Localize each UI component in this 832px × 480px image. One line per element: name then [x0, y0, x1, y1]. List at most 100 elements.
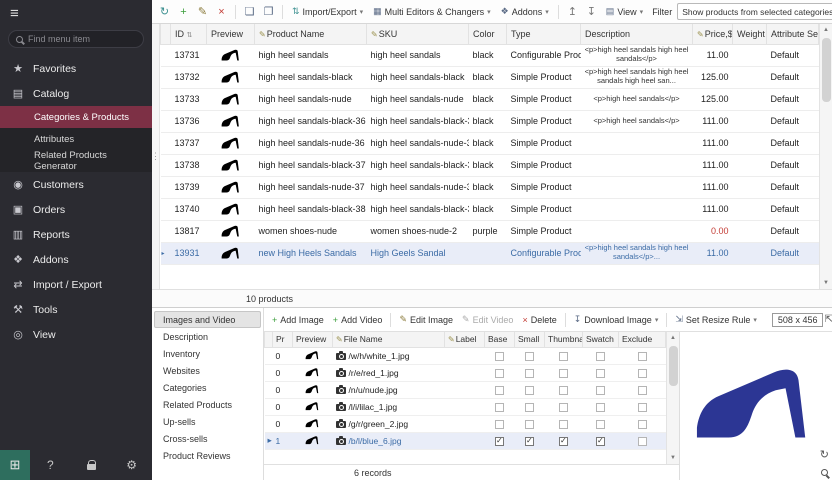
- base-checkbox[interactable]: [495, 369, 504, 378]
- base-checkbox[interactable]: [495, 352, 504, 361]
- cell-label[interactable]: [445, 398, 485, 415]
- cell-base[interactable]: [485, 415, 515, 432]
- cell-sku[interactable]: high heel sandals-black-38: [367, 198, 469, 220]
- cell-base[interactable]: [485, 347, 515, 364]
- col-thumbnail[interactable]: Thumbna: [545, 332, 583, 347]
- cell-product-name[interactable]: high heel sandals-nude-36: [255, 132, 367, 154]
- add-product-button[interactable]: +: [175, 3, 192, 21]
- cell-base[interactable]: [485, 381, 515, 398]
- edit-image-button[interactable]: ✎Edit Image: [395, 311, 457, 329]
- col-color[interactable]: Color: [469, 24, 507, 44]
- settings-button[interactable]: ⚙: [111, 450, 152, 480]
- exclude-checkbox[interactable]: [638, 369, 647, 378]
- exclude-checkbox[interactable]: [638, 352, 647, 361]
- sidebar-item-view[interactable]: ◎ View: [0, 322, 152, 347]
- cell-thumbnail[interactable]: [545, 381, 583, 398]
- cell-label[interactable]: [445, 364, 485, 381]
- row-expander[interactable]: [161, 154, 171, 176]
- detail-tab[interactable]: Related Products: [154, 396, 261, 413]
- table-row[interactable]: 13738 high heel sandals-black-37 high he…: [161, 154, 819, 176]
- cell-price[interactable]: 111.00: [693, 132, 733, 154]
- detail-tab[interactable]: Description: [154, 328, 261, 345]
- col-preview[interactable]: Preview: [207, 24, 255, 44]
- scroll-up-icon[interactable]: ▲: [820, 24, 832, 36]
- col-swatch[interactable]: Swatch: [583, 332, 619, 347]
- scroll-down-icon[interactable]: ▼: [820, 277, 832, 289]
- panel-splitter[interactable]: ⋮: [152, 24, 160, 289]
- detail-tab[interactable]: Images and Video: [154, 311, 261, 328]
- cell-product-name[interactable]: high heel sandals-nude-37: [255, 176, 367, 198]
- cell-file-name[interactable]: /w/h/white_1.jpg: [333, 347, 445, 364]
- table-row[interactable]: 13817 women shoes-nude women shoes-nude-…: [161, 220, 819, 242]
- cell-product-name[interactable]: high heel sandals-black-38: [255, 198, 367, 220]
- cell-label[interactable]: [445, 347, 485, 364]
- scroll-down-icon[interactable]: ▼: [667, 452, 679, 464]
- exclude-checkbox[interactable]: [638, 403, 647, 412]
- cell-small[interactable]: [515, 347, 545, 364]
- cell-small[interactable]: [515, 364, 545, 381]
- base-checkbox[interactable]: [495, 386, 504, 395]
- sidebar-item-import-export[interactable]: ⇄ Import / Export: [0, 272, 152, 297]
- detail-tab[interactable]: Inventory: [154, 345, 261, 362]
- sidebar-item-addons[interactable]: ❖ Addons: [0, 247, 152, 272]
- image-row[interactable]: 0 /n/u/nude.jpg: [265, 381, 666, 398]
- filter-select[interactable]: Show products from selected categories: [677, 3, 832, 20]
- col-type[interactable]: Type: [507, 24, 581, 44]
- col-file-name[interactable]: ✎File Name: [333, 332, 445, 347]
- lock-button[interactable]: [71, 450, 112, 480]
- scrollbar-thumb[interactable]: [822, 38, 831, 102]
- cell-sku[interactable]: high heel sandals: [367, 44, 469, 66]
- cell-base[interactable]: [485, 398, 515, 415]
- swatch-checkbox[interactable]: [596, 369, 605, 378]
- cell-price[interactable]: 111.00: [693, 198, 733, 220]
- cell-file-name[interactable]: /n/u/nude.jpg: [333, 381, 445, 398]
- cell-product-name[interactable]: high heel sandals-black-37: [255, 154, 367, 176]
- view-dropdown[interactable]: ▤ View ▾: [602, 3, 647, 21]
- row-expander[interactable]: [161, 66, 171, 88]
- cell-thumbnail[interactable]: [545, 432, 583, 449]
- add-video-button[interactable]: +Add Video: [329, 311, 387, 329]
- cell-exclude[interactable]: [619, 432, 666, 449]
- thumbnail-checkbox[interactable]: [559, 369, 568, 378]
- sidebar-item-related-products-generator[interactable]: Related Products Generator: [0, 150, 152, 172]
- collapse-all-button[interactable]: ↧: [583, 3, 600, 21]
- col-small[interactable]: Small: [515, 332, 545, 347]
- expand-all-button[interactable]: ↥: [564, 3, 581, 21]
- detail-tab[interactable]: Websites: [154, 362, 261, 379]
- detail-tab[interactable]: Categories: [154, 379, 261, 396]
- row-expander[interactable]: [161, 110, 171, 132]
- row-expander[interactable]: [161, 176, 171, 198]
- paste-button[interactable]: ❐: [260, 3, 277, 21]
- sidebar-item-reports[interactable]: ▥ Reports: [0, 222, 152, 247]
- cell-thumbnail[interactable]: [545, 347, 583, 364]
- cell-sku[interactable]: high heel sandals-nude-36: [367, 132, 469, 154]
- thumbnail-checkbox[interactable]: [559, 386, 568, 395]
- images-vertical-scrollbar[interactable]: ▲ ▼: [666, 332, 679, 464]
- detail-tab[interactable]: Product Reviews: [154, 447, 261, 464]
- edit-video-button[interactable]: ✎Edit Video: [458, 311, 517, 329]
- cell-product-name[interactable]: high heel sandals-black: [255, 66, 367, 88]
- cell-file-name[interactable]: /l/i/lilac_1.jpg: [333, 398, 445, 415]
- col-product-name[interactable]: ✎Product Name: [255, 24, 367, 44]
- row-expander[interactable]: [161, 198, 171, 220]
- cell-price[interactable]: 0.00: [693, 220, 733, 242]
- cell-base[interactable]: [485, 432, 515, 449]
- image-row[interactable]: ▸ 1 /b/l/blue_6.jpg: [265, 432, 666, 449]
- cell-swatch[interactable]: [583, 415, 619, 432]
- row-expander[interactable]: [161, 88, 171, 110]
- delete-product-button[interactable]: ×: [213, 3, 230, 21]
- cell-small[interactable]: [515, 432, 545, 449]
- col-price[interactable]: ✎Price,$: [693, 24, 733, 44]
- cell-thumbnail[interactable]: [545, 364, 583, 381]
- cell-product-name[interactable]: high heel sandals: [255, 44, 367, 66]
- row-expander[interactable]: ▸: [161, 242, 171, 264]
- cell-swatch[interactable]: [583, 364, 619, 381]
- cell-exclude[interactable]: [619, 415, 666, 432]
- image-row[interactable]: 0 /w/h/white_1.jpg: [265, 347, 666, 364]
- row-expander[interactable]: [161, 44, 171, 66]
- copy-button[interactable]: ❏: [241, 3, 258, 21]
- cell-sku[interactable]: women shoes-nude-2: [367, 220, 469, 242]
- sidebar-item-categories-products[interactable]: Categories & Products: [0, 106, 152, 128]
- exclude-checkbox[interactable]: [638, 386, 647, 395]
- image-row[interactable]: 0 /r/e/red_1.jpg: [265, 364, 666, 381]
